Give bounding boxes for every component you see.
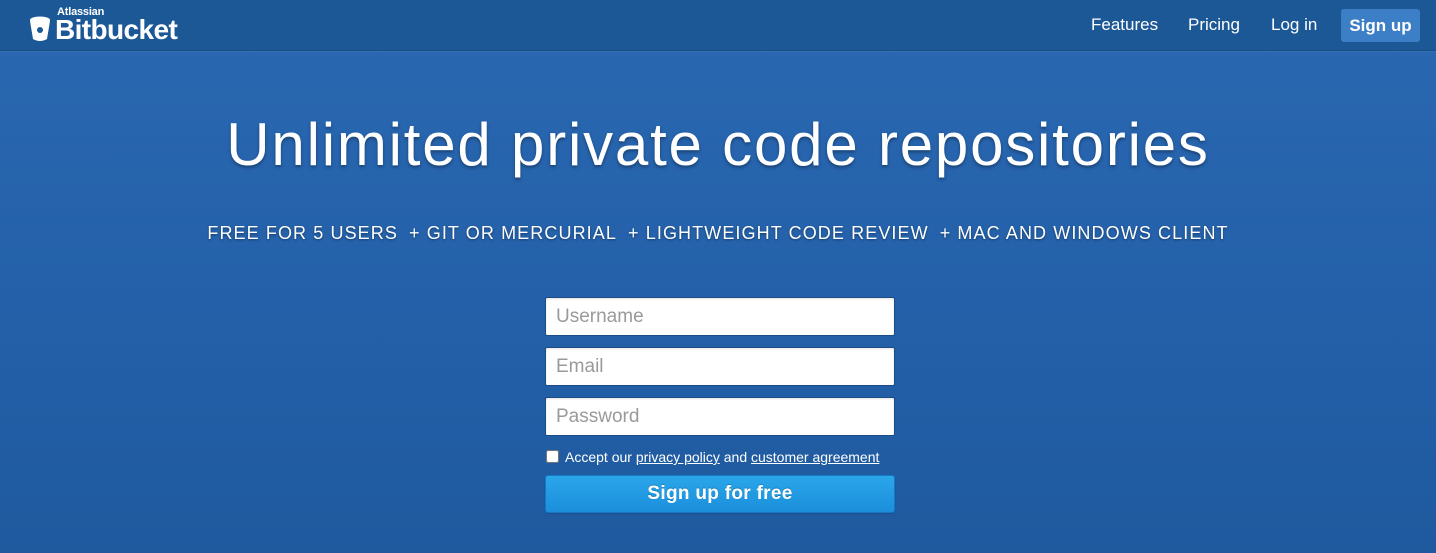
feature-list: FREE FOR 5 USERS + GIT OR MERCURIAL + LIGH…: [0, 223, 1436, 244]
bitbucket-wordmark: Bitbucket: [55, 14, 178, 45]
email-input[interactable]: [545, 347, 895, 386]
nav-login-link[interactable]: Log in: [1271, 15, 1317, 35]
feature-git-mercurial: + GIT OR MERCURIAL: [409, 223, 618, 243]
accept-and-text: and: [723, 449, 748, 465]
feature-free-users: FREE FOR 5 USERS: [207, 223, 398, 243]
password-input[interactable]: [545, 397, 895, 436]
username-input[interactable]: [545, 297, 895, 336]
nav-pricing-link[interactable]: Pricing: [1188, 15, 1240, 35]
bitbucket-logo[interactable]: Atlassian Bitbucket: [29, 6, 189, 46]
nav-features-link[interactable]: Features: [1091, 15, 1158, 35]
hero-title: Unlimited private code repositories: [226, 111, 1210, 178]
accept-terms-text: Accept our privacy policy and customer a…: [565, 449, 879, 465]
customer-agreement-link[interactable]: customer agreement: [751, 449, 879, 465]
top-navigation-bar: Atlassian Bitbucket Features Pricing Log…: [0, 0, 1436, 51]
accept-terms-row: Accept our privacy policy and customer a…: [546, 448, 896, 466]
privacy-policy-link[interactable]: privacy policy: [636, 449, 720, 465]
accept-terms-checkbox[interactable]: [546, 450, 559, 463]
signup-submit-button[interactable]: Sign up for free: [545, 475, 895, 513]
nav-signup-button[interactable]: Sign up: [1341, 9, 1420, 42]
bitbucket-bucket-icon: [30, 16, 50, 41]
accept-prefix-text: Accept our: [565, 449, 632, 465]
feature-mac-windows-client: + MAC AND WINDOWS CLIENT: [939, 223, 1229, 243]
feature-code-review: + LIGHTWEIGHT CODE REVIEW: [628, 223, 929, 243]
